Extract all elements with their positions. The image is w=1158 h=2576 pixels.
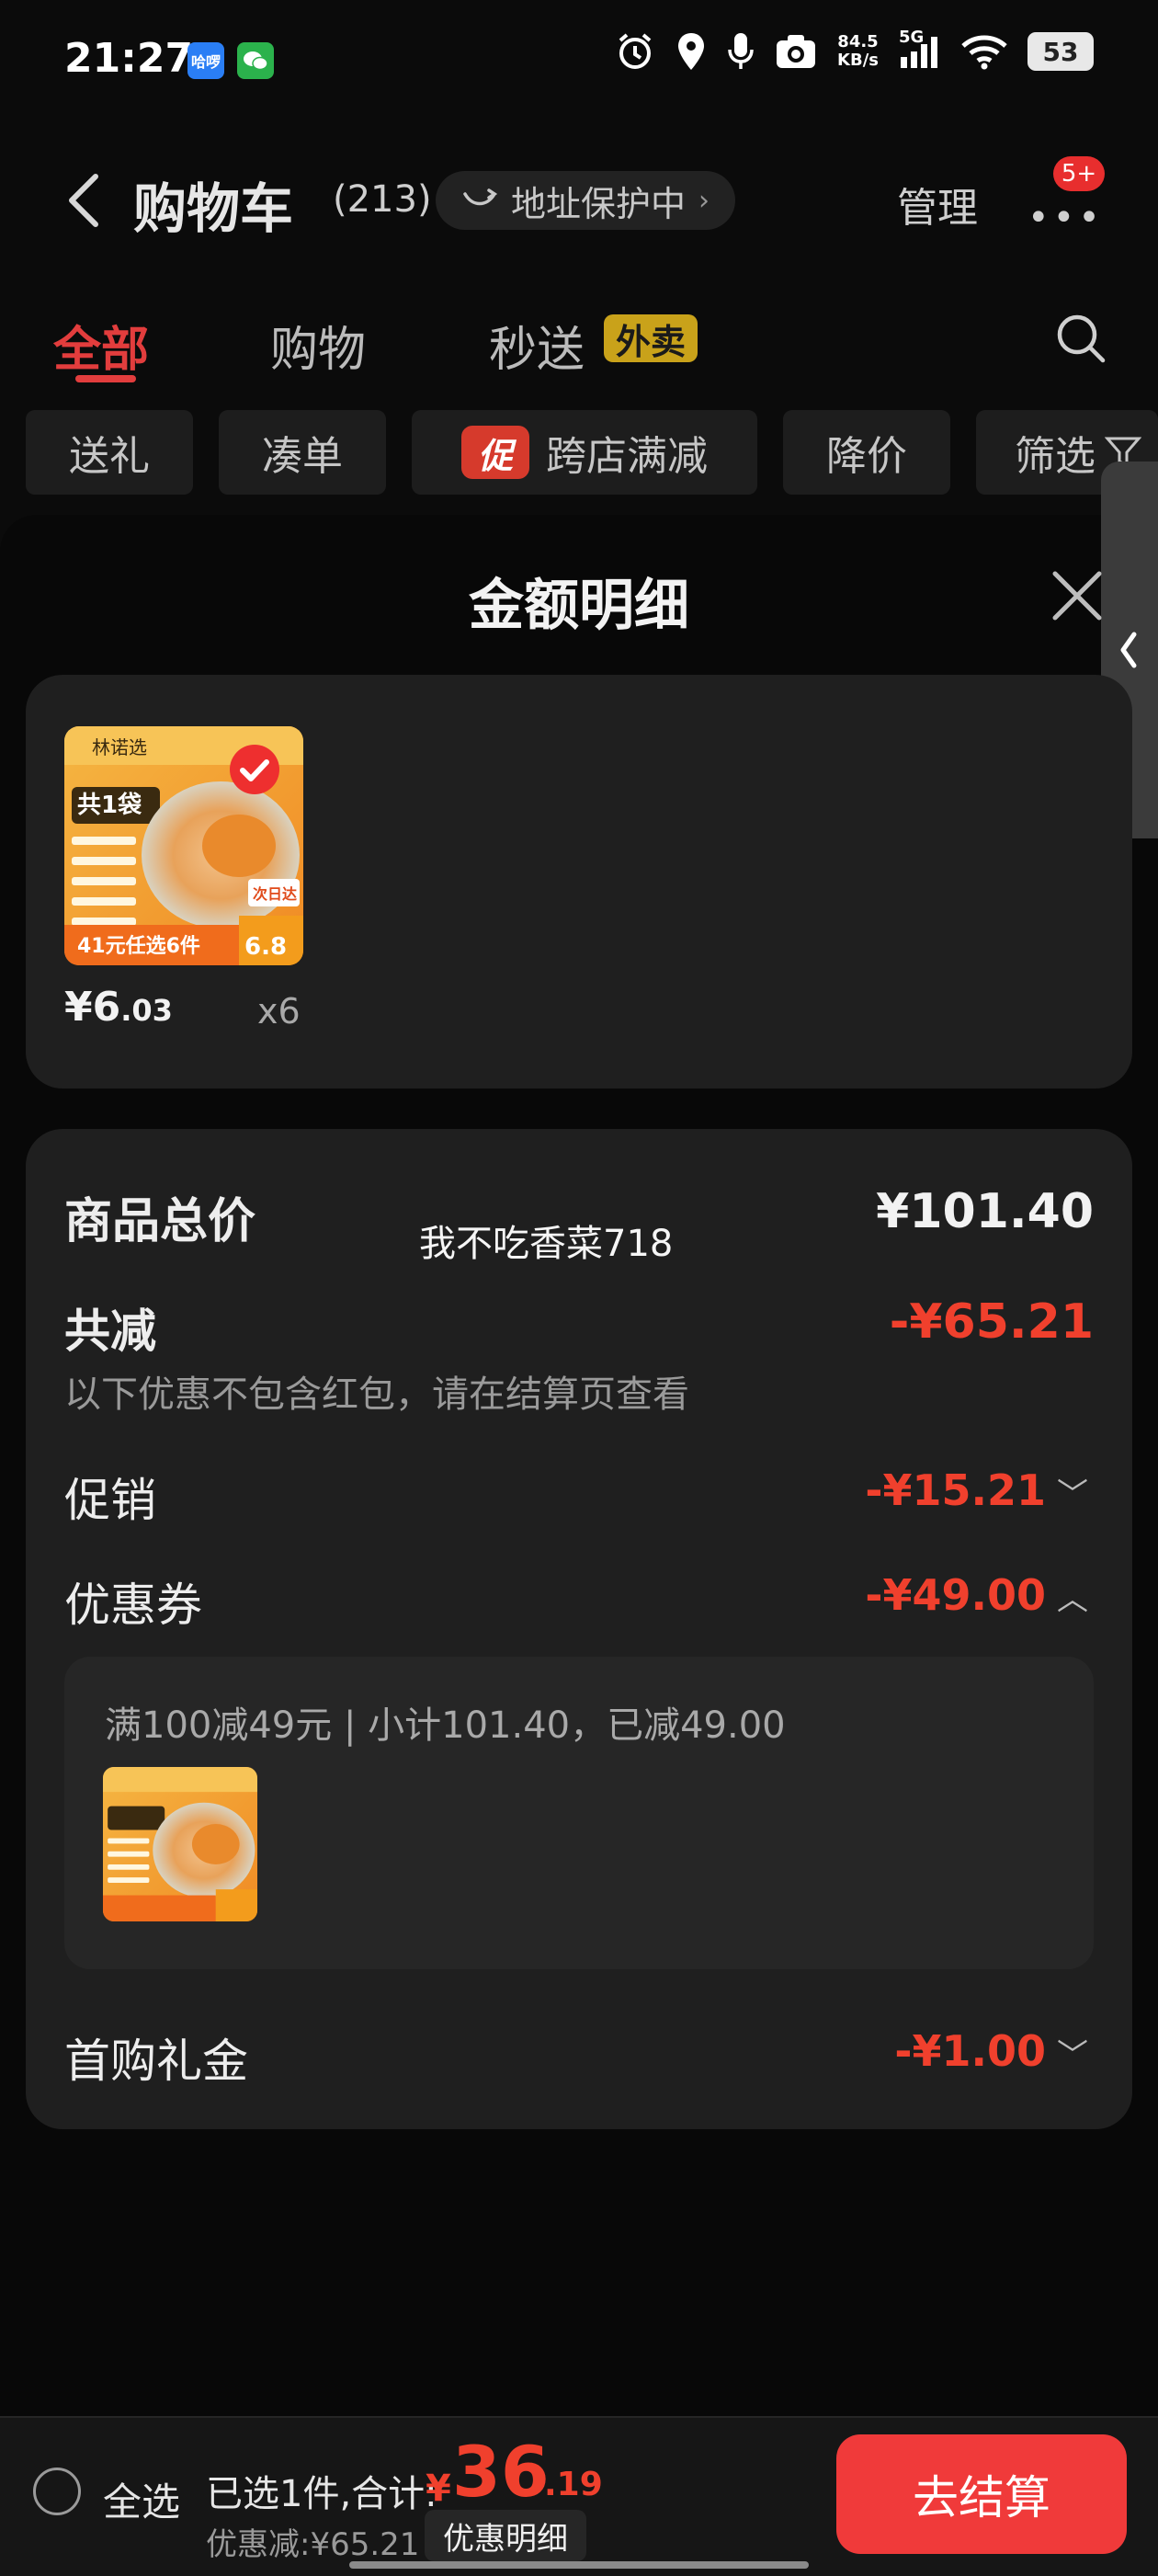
filter-chip-price-drop[interactable]: 降价 — [783, 410, 950, 495]
thumb-price: 6.8 — [244, 933, 287, 961]
filter-chip-bundle[interactable]: 凑单 — [219, 410, 386, 495]
tab-instant-delivery[interactable]: 秒送 — [489, 311, 585, 380]
thumb-tag: 次日达 — [253, 885, 297, 903]
total-price-value: ¥101.40 — [876, 1184, 1094, 1239]
filter-chip-label: 跨店满减 — [546, 433, 708, 480]
user-watermark: 我不吃香菜718 — [419, 1223, 674, 1265]
coupon-row-toggle[interactable]: -¥49.00 ︿ — [865, 1570, 1088, 1620]
chevron-down-icon: ﹀ — [1057, 1476, 1088, 1513]
location-icon — [678, 33, 705, 70]
takeout-badge: 外卖 — [604, 314, 698, 362]
total-price-label: 商品总价 — [64, 1194, 256, 1249]
home-indicator[interactable] — [349, 2561, 809, 2569]
coupon-product-image — [103, 1767, 257, 1921]
discount-summary: 优惠减:¥65.21 — [206, 2526, 420, 2563]
status-time: 21:27 — [64, 35, 194, 82]
total-reduce-label: 共减 — [64, 1305, 156, 1358]
promotion-value: -¥15.21 — [865, 1465, 1046, 1515]
alarm-icon — [619, 33, 652, 69]
total-reduce-value: -¥65.21 — [889, 1294, 1094, 1350]
coupon-label: 优惠券 — [64, 1579, 202, 1632]
first-purchase-value: -¥1.00 — [894, 2026, 1046, 2076]
first-purchase-row-toggle[interactable]: -¥1.00 ﹀ — [894, 2026, 1088, 2076]
chevron-down-icon: ﹀ — [1057, 2037, 1088, 2074]
back-arrow-icon[interactable] — [66, 173, 103, 228]
microphone-icon — [728, 33, 754, 69]
coupon-product-thumbnail[interactable] — [103, 1767, 257, 1921]
filter-chip-label: 送礼 — [69, 433, 150, 480]
network-speed: 84.5 KB/s — [837, 32, 879, 70]
manage-button[interactable]: 管理 — [897, 175, 978, 234]
sheet-title: 金额明细 — [469, 574, 689, 638]
coupon-detail-text: 满100减49元 | 小计101.40，已减49.00 — [105, 1704, 786, 1747]
total-currency: ¥ — [426, 2468, 451, 2510]
chevron-right-icon: › — [698, 184, 710, 217]
discount-detail-button[interactable]: 优惠明细 — [425, 2510, 586, 2561]
checkout-button[interactable]: 去结算 — [836, 2434, 1127, 2554]
address-protection-button[interactable]: 地址保护中 › — [436, 171, 736, 230]
total-amount-integer: 36 — [452, 2431, 550, 2513]
first-purchase-label: 首购礼金 — [64, 2035, 248, 2088]
chevron-up-icon: ︿ — [1057, 1581, 1088, 1618]
camera-icon — [777, 35, 816, 68]
page-title: 购物车 — [133, 177, 294, 240]
hello-app-icon: 哈啰 — [187, 42, 224, 79]
cellular-signal-icon: 5G — [899, 28, 941, 70]
item-quantity: x6 — [257, 991, 301, 1032]
wifi-icon — [961, 35, 1007, 70]
thumb-brand: 林诺选 — [92, 736, 147, 758]
tab-all[interactable]: 全部 — [53, 311, 149, 380]
promotion-row-toggle[interactable]: -¥15.21 ﹀ — [865, 1465, 1088, 1515]
more-badge: 5+ — [1053, 156, 1105, 191]
filter-chip-label: 降价 — [826, 433, 907, 480]
address-protection-label: 地址保护中 — [511, 183, 687, 224]
battery-indicator: 53 — [1027, 32, 1094, 71]
total-amount-decimal: .19 — [544, 2466, 603, 2503]
filter-chip-label: 凑单 — [262, 433, 343, 480]
promotion-label: 促销 — [64, 1474, 156, 1527]
selected-summary: 已选1件,合计: — [206, 2473, 437, 2515]
search-icon[interactable] — [1055, 313, 1107, 364]
filter-chip-cross-store[interactable]: 促 跨店满减 — [412, 410, 757, 495]
thumb-pack: 共1袋 — [77, 792, 142, 819]
filter-chip-label: 筛选 — [1015, 433, 1096, 480]
selected-check-icon[interactable] — [228, 743, 281, 796]
cart-count: (213) — [333, 178, 432, 221]
smile-icon — [463, 188, 498, 206]
tab-shopping[interactable]: 购物 — [270, 311, 366, 380]
status-icons: 84.5 KB/s 5G 53 — [615, 28, 1094, 72]
filter-chip-gift[interactable]: 送礼 — [26, 410, 193, 495]
active-tab-indicator — [75, 375, 136, 382]
promo-tag-icon: 促 — [461, 426, 529, 479]
coupon-value: -¥49.00 — [865, 1570, 1046, 1620]
close-icon[interactable] — [1048, 566, 1107, 625]
more-options-icon[interactable]: ••• — [1027, 197, 1104, 239]
select-all-checkbox[interactable] — [33, 2468, 81, 2515]
wechat-icon — [237, 42, 274, 79]
item-unit-price: ¥6.03 — [64, 984, 173, 1031]
discount-note: 以下优惠不包含红包，请在结算页查看 — [64, 1373, 689, 1416]
select-all-label[interactable]: 全选 — [103, 2471, 180, 2527]
thumb-deal: 41元任选6件 — [77, 934, 200, 958]
